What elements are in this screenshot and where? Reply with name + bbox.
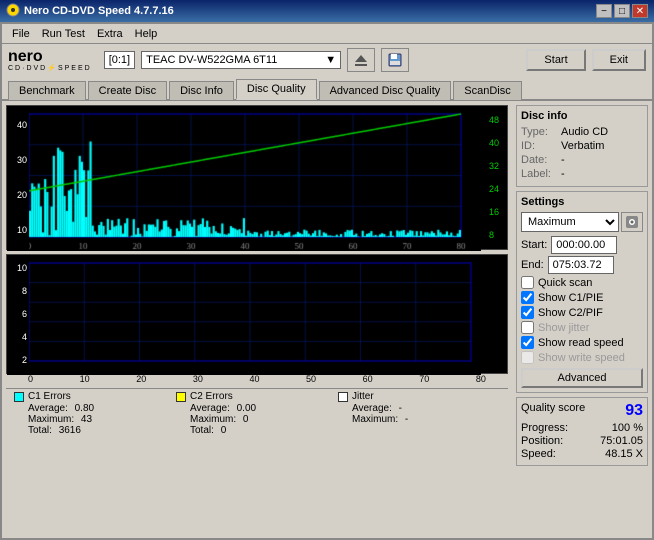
quick-scan-row: Quick scan — [521, 276, 643, 289]
jitter-avg-row: Average: - — [352, 403, 500, 414]
show-jitter-row: Show jitter — [521, 321, 643, 334]
speed-row: Maximum — [521, 212, 643, 232]
c1-max-row: Maximum: 43 — [28, 414, 176, 425]
legend-c1: C1 Errors Average: 0.80 Maximum: 43 Tota… — [14, 391, 176, 436]
c2-color — [176, 392, 186, 402]
jitter-label: Jitter — [352, 391, 374, 402]
progress-row: Progress: 100 % — [521, 422, 643, 434]
title-bar: Nero CD-DVD Speed 4.7.7.16 − □ ✕ — [0, 0, 654, 22]
tab-bar: Benchmark Create Disc Disc Info Disc Qua… — [2, 76, 652, 101]
c2-max-row: Maximum: 0 — [190, 414, 338, 425]
minimize-button[interactable]: − — [596, 4, 612, 18]
toolbar: nero CD·DVD⚡SPEED [0:1] TEAC DV-W522GMA … — [2, 44, 652, 76]
menu-bar: File Run Test Extra Help — [2, 24, 652, 44]
jitter-max-row: Maximum: - — [352, 414, 500, 425]
drive-name: TEAC DV-W522GMA 6T11 — [146, 54, 277, 66]
settings-section: Settings Maximum Start: — [516, 191, 648, 393]
legend-area: C1 Errors Average: 0.80 Maximum: 43 Tota… — [6, 388, 508, 438]
show-jitter-label: Show jitter — [538, 322, 589, 334]
show-jitter-checkbox[interactable] — [521, 321, 534, 334]
x-axis-labels: 0 10 20 30 40 50 60 70 80 — [6, 374, 508, 384]
speed-dropdown[interactable]: Maximum — [521, 212, 619, 232]
show-c2-checkbox[interactable] — [521, 306, 534, 319]
quality-score-label: Quality score — [521, 402, 585, 420]
title-bar-icon — [6, 3, 20, 20]
tab-benchmark[interactable]: Benchmark — [8, 81, 86, 100]
show-write-speed-row: Show write speed — [521, 351, 643, 364]
legend-c2: C2 Errors Average: 0.00 Maximum: 0 Total… — [176, 391, 338, 436]
quick-scan-checkbox[interactable] — [521, 276, 534, 289]
disc-id-row: ID: Verbatim — [521, 140, 643, 152]
advanced-button[interactable]: Advanced — [521, 368, 643, 388]
tab-scandisc[interactable]: ScanDisc — [453, 81, 521, 100]
disc-info-section: Disc info Type: Audio CD ID: Verbatim Da… — [516, 105, 648, 187]
end-input[interactable] — [548, 256, 614, 274]
settings-icon-btn[interactable] — [621, 212, 643, 232]
title-bar-title: Nero CD-DVD Speed 4.7.7.16 — [24, 5, 596, 17]
disc-label-row: Label: - — [521, 168, 643, 180]
tab-create-disc[interactable]: Create Disc — [88, 81, 167, 100]
quality-score-row: Quality score 93 — [521, 402, 643, 420]
maximize-button[interactable]: □ — [614, 4, 630, 18]
c2-label: C2 Errors — [190, 391, 233, 402]
drive-dropdown[interactable]: TEAC DV-W522GMA 6T11 ▼ — [141, 51, 341, 69]
content-area: 40 30 20 10 48 40 32 24 16 8 — [2, 101, 652, 525]
bottom-chart: 10 8 6 4 2 — [6, 254, 508, 374]
show-c2-label: Show C2/PIF — [538, 307, 603, 319]
c1-label: C1 Errors — [28, 391, 71, 402]
disc-date-row: Date: - — [521, 154, 643, 166]
drive-label: [0:1] — [104, 51, 135, 69]
legend-jitter: Jitter Average: - Maximum: - — [338, 391, 500, 436]
start-row: Start: — [521, 236, 643, 254]
show-c1-checkbox[interactable] — [521, 291, 534, 304]
tab-advanced-disc-quality[interactable]: Advanced Disc Quality — [319, 81, 452, 100]
show-c2-row: Show C2/PIF — [521, 306, 643, 319]
c2-avg-row: Average: 0.00 — [190, 403, 338, 414]
main-window: File Run Test Extra Help nero CD·DVD⚡SPE… — [0, 22, 654, 540]
quality-section: Quality score 93 Progress: 100 % Positio… — [516, 397, 648, 466]
menu-help[interactable]: Help — [129, 26, 164, 42]
menu-extra[interactable]: Extra — [91, 26, 129, 42]
show-read-speed-row: Show read speed — [521, 336, 643, 349]
top-chart: 40 30 20 10 48 40 32 24 16 8 — [6, 105, 508, 250]
eject-button[interactable] — [347, 48, 375, 72]
show-read-speed-label: Show read speed — [538, 337, 624, 349]
close-button[interactable]: ✕ — [632, 4, 648, 18]
exit-button[interactable]: Exit — [592, 49, 646, 71]
c2-total-row: Total: 0 — [190, 425, 338, 436]
tab-disc-info[interactable]: Disc Info — [169, 81, 234, 100]
end-row: End: — [521, 256, 643, 274]
dropdown-arrow: ▼ — [325, 54, 336, 66]
start-button[interactable]: Start — [526, 49, 585, 71]
chart-column: 40 30 20 10 48 40 32 24 16 8 — [2, 101, 512, 525]
start-input[interactable] — [551, 236, 617, 254]
settings-title: Settings — [521, 196, 643, 208]
c1-avg-row: Average: 0.80 — [28, 403, 176, 414]
title-bar-buttons: − □ ✕ — [596, 4, 648, 18]
right-panel: Disc info Type: Audio CD ID: Verbatim Da… — [512, 101, 652, 525]
c1-total-row: Total: 3616 — [28, 425, 176, 436]
nero-logo: nero CD·DVD⚡SPEED — [8, 49, 92, 72]
position-row: Position: 75:01.05 — [521, 435, 643, 447]
c1-color — [14, 392, 24, 402]
show-write-speed-label: Show write speed — [538, 352, 625, 364]
disc-info-title: Disc info — [521, 110, 643, 122]
show-c1-label: Show C1/PIE — [538, 292, 603, 304]
disc-type-row: Type: Audio CD — [521, 126, 643, 138]
save-button[interactable] — [381, 48, 409, 72]
quality-score-value: 93 — [625, 402, 643, 420]
show-c1-row: Show C1/PIE — [521, 291, 643, 304]
jitter-color — [338, 392, 348, 402]
quick-scan-label: Quick scan — [538, 277, 592, 289]
speed-result-row: Speed: 48.15 X — [521, 448, 643, 460]
menu-run-test[interactable]: Run Test — [36, 26, 91, 42]
show-read-speed-checkbox[interactable] — [521, 336, 534, 349]
menu-file[interactable]: File — [6, 26, 36, 42]
tab-disc-quality[interactable]: Disc Quality — [236, 79, 317, 100]
show-write-speed-checkbox[interactable] — [521, 351, 534, 364]
